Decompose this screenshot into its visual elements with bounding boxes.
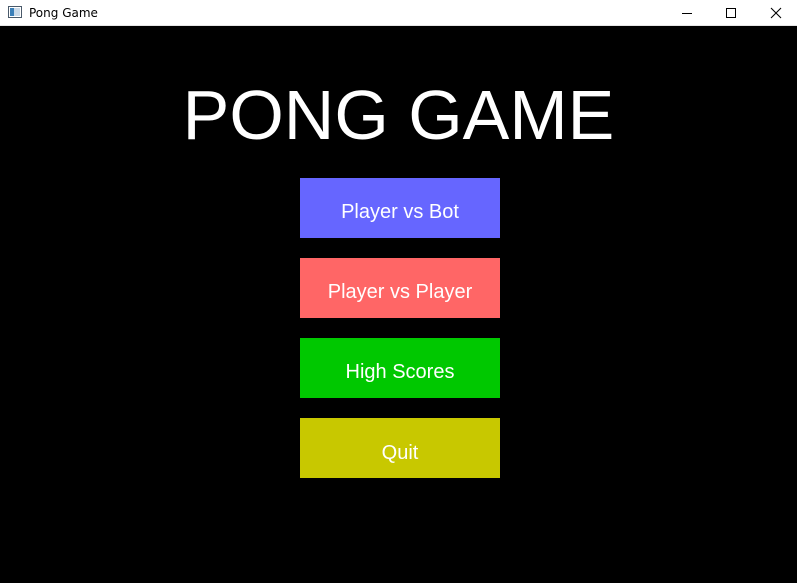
quit-label: Quit	[381, 441, 419, 464]
app-window: Pong Game PONG GAME Player vs Bot Player…	[0, 0, 797, 583]
maximize-button[interactable]	[708, 0, 754, 26]
player-vs-player-label: Player vs Player	[327, 280, 473, 303]
high-scores-button[interactable]: High Scores	[300, 338, 500, 398]
player-vs-bot-label: Player vs Bot	[341, 200, 459, 223]
maximize-icon	[726, 8, 736, 18]
minimize-icon	[682, 13, 692, 14]
close-button[interactable]	[753, 0, 797, 26]
minimize-button[interactable]	[664, 0, 710, 26]
title-bar[interactable]: Pong Game	[0, 0, 797, 26]
quit-button[interactable]: Quit	[300, 418, 500, 478]
player-vs-player-button[interactable]: Player vs Player	[300, 258, 500, 318]
window-title: Pong Game	[29, 6, 98, 20]
close-icon	[770, 7, 782, 19]
high-scores-label: High Scores	[345, 360, 455, 383]
game-canvas: PONG GAME Player vs Bot Player vs Player…	[0, 26, 797, 583]
game-title: PONG GAME	[182, 76, 615, 154]
app-window-icon	[8, 6, 22, 18]
player-vs-bot-button[interactable]: Player vs Bot	[300, 178, 500, 238]
